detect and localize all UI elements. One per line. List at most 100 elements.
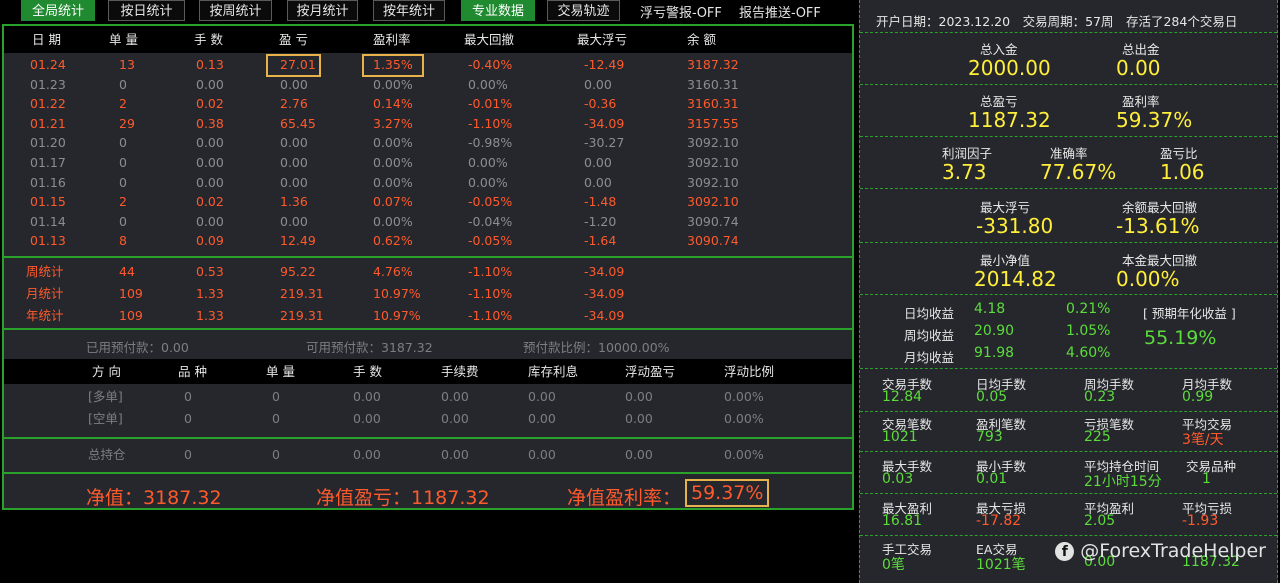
account-summary-panel: 开户日期：2023.12.20 交易周期：57周 存活了284个交易日 总入金 …	[859, 0, 1278, 583]
cell-orders: 29	[119, 115, 135, 131]
tab-yearly[interactable]: 按年统计	[373, 0, 445, 21]
cell-rate: 0.14%	[373, 96, 413, 112]
tab-monthly[interactable]: 按月统计	[287, 0, 358, 21]
cell-symbol: 0	[184, 411, 192, 426]
table-row[interactable]: 01.24 13 0.13 27.01 1.35% -0.40% -12.49 3187.32	[4, 55, 852, 75]
cell-max-float-loss: 0.00	[584, 76, 612, 92]
cell-symbol: 0	[184, 447, 192, 462]
min-equity-value: 2014.82	[974, 267, 1057, 291]
tab-weekly[interactable]: 按周统计	[199, 0, 272, 21]
cell-orders: 0	[119, 174, 127, 190]
cell-balance: 3157.55	[687, 115, 739, 131]
cell-pnl: 0.00	[280, 76, 308, 92]
col-direction: 方 向	[92, 364, 121, 379]
cell-lots: 0.13	[196, 57, 224, 72]
position-row[interactable]: [多单] 0 0 0.00 0.00 0.00 0.00 0.00%	[4, 386, 852, 408]
table-row[interactable]: 01.23 0 0.00 0.00 0.00% 0.00% 0.00 3160.31	[4, 75, 852, 95]
cell-pnl: 0.00	[280, 155, 308, 170]
avg-percent: 0.21%	[1066, 301, 1111, 317]
avg-value: 20.90	[974, 323, 1015, 339]
table-row[interactable]: 01.13 8 0.09 12.49 0.62% -0.05% -1.64 3090.74	[4, 231, 852, 251]
max-float-loss-value: -331.80	[976, 214, 1054, 238]
capital-max-dd-value: 0.00%	[1116, 267, 1180, 291]
net-profit: 净值盈亏：1187.32	[316, 487, 490, 509]
net-rate-value: 59.37%	[685, 479, 770, 507]
cell-swap: 0.00	[528, 389, 556, 404]
account-info: 开户日期：2023.12.20 交易周期：57周 存活了284个交易日	[876, 14, 1238, 29]
cell-date: 01.17	[30, 155, 66, 170]
cell-orders: 44	[119, 264, 135, 279]
col-swap: 库存利息	[528, 364, 579, 379]
divider	[860, 242, 1277, 243]
tab-pro-data[interactable]: 专业数据	[461, 0, 535, 21]
col-commission: 手续费	[441, 364, 479, 379]
cell-lots: 0.00	[353, 389, 381, 404]
divider	[860, 136, 1277, 137]
divider	[860, 188, 1277, 189]
report-push-toggle[interactable]: 报告推送-OFF	[739, 2, 821, 21]
cell-rate: 10.97%	[373, 286, 421, 301]
accuracy-value: 77.67%	[1040, 160, 1117, 184]
profit-factor-value: 3.73	[942, 160, 987, 184]
float-loss-alert-toggle[interactable]: 浮亏警报-OFF	[640, 2, 722, 21]
metric-value: 1021笔	[976, 557, 1026, 573]
tab-trade-track[interactable]: 交易轨迹	[547, 0, 620, 21]
cell-lots: 0.09	[196, 233, 224, 249]
metric-value: 1	[1202, 471, 1211, 487]
cell-pnl: 2.76	[280, 96, 308, 112]
cell-direction: 总持仓	[88, 447, 126, 462]
cell-rate: 4.76%	[373, 264, 413, 279]
table-row[interactable]: 01.14 0 0.00 0.00 0.00% -0.04% -1.20 3090.74	[4, 212, 852, 232]
table-row[interactable]: 01.21 29 0.38 65.45 3.27% -1.10% -34.09 3157.55	[4, 114, 852, 134]
net-value-footer: 净值：3187.32 净值盈亏：1187.32 净值盈利率： 59.37%	[4, 474, 852, 509]
table-row[interactable]: 01.16 0 0.00 0.00 0.00% 0.00% 0.00 3092.10	[4, 173, 852, 193]
cell-symbol: 0	[184, 389, 192, 404]
cell-rate: 0.00%	[373, 76, 413, 92]
cell-direction: [空单]	[88, 411, 123, 426]
highlight-box-rate	[362, 54, 424, 77]
table-row[interactable]: 01.15 2 0.02 1.36 0.07% -0.05% -1.48 3092.10	[4, 192, 852, 212]
cell-lots: 0.00	[353, 447, 381, 462]
avg-label: 周均收益	[904, 328, 955, 343]
cell-max-drawdown: -0.98%	[468, 135, 513, 151]
metric-value: 225	[1084, 429, 1111, 445]
metric-value: 0笔	[882, 557, 905, 573]
col-balance: 余 额	[687, 32, 716, 47]
cell-orders: 0	[119, 155, 127, 170]
cell-pnl: 219.31	[280, 286, 324, 301]
cell-lots: 1.33	[196, 308, 224, 323]
cell-balance: 3092.10	[687, 174, 739, 190]
cell-max-float-loss: -12.49	[584, 57, 625, 72]
position-row[interactable]: [空单] 0 0 0.00 0.00 0.00 0.00 0.00%	[4, 408, 852, 430]
table-row[interactable]: 01.17 0 0.00 0.00 0.00% 0.00% 0.00 3092.10	[4, 153, 852, 173]
cell-lots: 0.00	[196, 135, 224, 151]
metric-value: 0.05	[976, 389, 1008, 405]
cell-max-float-loss: -34.09	[584, 115, 625, 131]
cell-max-float-loss: -34.09	[584, 308, 625, 323]
cell-float-ratio: 0.00%	[724, 447, 764, 462]
table-row[interactable]: 01.22 2 0.02 2.76 0.14% -0.01% -0.36 3160.31	[4, 94, 852, 114]
cell-max-drawdown: -1.10%	[468, 115, 513, 131]
cell-max-drawdown: -0.05%	[468, 194, 513, 210]
cell-max-drawdown: -0.05%	[468, 233, 513, 249]
net-value: 净值：3187.32	[86, 487, 222, 509]
divider	[860, 411, 1277, 412]
cell-pnl: 219.31	[280, 308, 324, 323]
metric-value: 0.99	[1182, 389, 1214, 405]
cell-period: 月统计	[26, 286, 64, 301]
col-lots: 手 数	[353, 364, 382, 379]
cell-max-float-loss: -1.64	[584, 233, 617, 249]
table-row[interactable]: 01.20 0 0.00 0.00 0.00% -0.98% -30.27 3092.10	[4, 133, 852, 153]
cell-balance: 3160.31	[687, 76, 739, 92]
divider	[860, 535, 1277, 536]
col-pnl: 盈 亏	[279, 32, 308, 47]
margin-bar: 已用预付款：0.00 可用预付款：3187.32 预付款比例：10000.00%	[4, 330, 852, 358]
cell-float-ratio: 0.00%	[724, 389, 764, 404]
col-lots: 手 数	[194, 32, 223, 47]
metric-value: 21小时15分	[1084, 474, 1162, 490]
cell-period: 年统计	[26, 308, 64, 323]
col-float-pnl: 浮动盈亏	[625, 364, 676, 379]
tab-overall[interactable]: 全局统计	[21, 0, 95, 21]
highlight-box-pnl	[266, 54, 321, 77]
tab-daily[interactable]: 按日统计	[108, 0, 185, 21]
